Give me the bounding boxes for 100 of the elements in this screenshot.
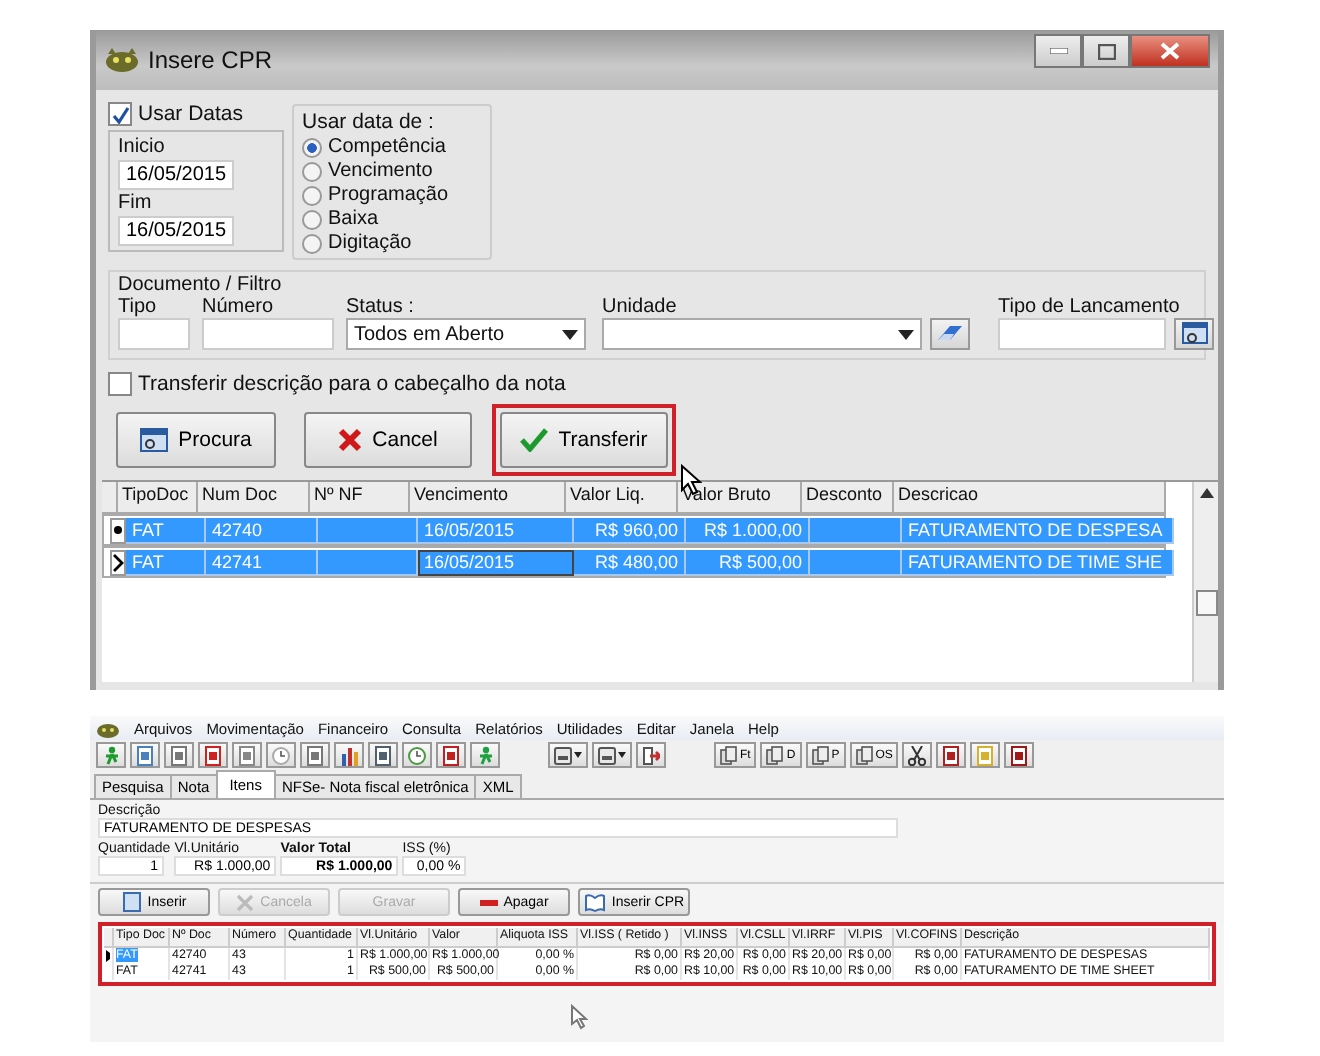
radio-button[interactable] xyxy=(302,185,322,205)
radio-option[interactable]: Baixa xyxy=(302,208,478,230)
column-header[interactable]: TipoDoc xyxy=(118,482,198,514)
table-cell: 42740 xyxy=(206,517,318,543)
maximize-icon xyxy=(1097,43,1115,59)
column-header[interactable]: Nº NF xyxy=(310,482,410,514)
radio-option[interactable]: Vencimento xyxy=(302,160,478,182)
dropdown-arrow-icon xyxy=(618,752,626,758)
action-button[interactable]: Procura xyxy=(116,412,276,468)
radio-button[interactable] xyxy=(302,161,322,181)
window-title: Insere CPR xyxy=(148,46,273,74)
toolbar-button[interactable] xyxy=(936,742,967,768)
table-cell xyxy=(810,517,902,543)
radio-option[interactable]: Programação xyxy=(302,184,478,206)
table-cell: R$ 480,00 xyxy=(574,549,686,575)
radio-option[interactable]: Competência xyxy=(302,136,478,158)
end-date-field[interactable]: 16/05/2015 xyxy=(118,216,234,246)
filled-document-icon xyxy=(204,745,222,765)
radio-button[interactable] xyxy=(302,209,322,229)
cat-face-icon xyxy=(104,48,140,72)
field-label: Inicio xyxy=(118,136,167,158)
table-cell: 42741 xyxy=(206,549,318,575)
mouse-pointer-icon xyxy=(570,1004,588,1030)
radio-option[interactable]: Digitação xyxy=(302,232,478,254)
scrollbar-thumb[interactable] xyxy=(1195,590,1217,616)
text-field[interactable] xyxy=(118,318,190,350)
column-header[interactable]: Valor Liq. xyxy=(566,482,678,514)
toolbar-button[interactable] xyxy=(548,742,588,768)
table-cell: R$ 1.000,00 xyxy=(686,517,810,543)
use-dates-checkbox[interactable]: Usar Datas xyxy=(108,102,284,126)
dropdown-arrow-icon xyxy=(574,752,582,758)
window-search-icon xyxy=(1181,322,1207,346)
running-figure-icon xyxy=(102,745,120,765)
minimize-icon xyxy=(1049,48,1067,54)
checkbox[interactable] xyxy=(108,102,132,126)
grid-corner xyxy=(104,928,114,948)
document-icon xyxy=(170,745,188,765)
text-field[interactable] xyxy=(202,318,334,350)
drive-dropdown-icon xyxy=(598,745,616,765)
checkbox[interactable] xyxy=(108,372,132,396)
exit-icon xyxy=(642,745,660,765)
toolbar-button[interactable] xyxy=(436,742,466,768)
x-icon xyxy=(338,428,363,452)
toolbar-button[interactable] xyxy=(368,742,398,768)
lookup-button[interactable] xyxy=(1174,318,1214,350)
drive-dropdown-icon xyxy=(554,745,572,765)
eraser-button[interactable] xyxy=(930,318,970,350)
table-cell xyxy=(318,549,418,575)
text-field[interactable] xyxy=(998,318,1166,350)
checkmark-icon xyxy=(111,105,129,123)
minimize-button[interactable] xyxy=(1034,34,1082,68)
table-cell: FATURAMENTO DE TIME SHE xyxy=(902,549,1174,575)
documents-icon xyxy=(720,745,738,765)
transfer-description-checkbox[interactable]: Transferir descrição para o cabeçalho da nota xyxy=(108,372,1206,396)
toolbar-button[interactable] xyxy=(636,742,666,768)
unit-dropdown[interactable] xyxy=(602,318,922,350)
person-icon xyxy=(476,745,494,765)
table-cell: R$ 960,00 xyxy=(574,517,686,543)
maximize-button[interactable] xyxy=(1082,34,1130,68)
cat-face-icon xyxy=(96,719,120,737)
action-button[interactable]: Cancel xyxy=(304,412,472,468)
status-dropdown[interactable]: Todos em Aberto xyxy=(346,318,586,350)
toolbar-button[interactable] xyxy=(1004,742,1035,768)
documents-icon xyxy=(811,745,830,765)
eraser-icon xyxy=(936,324,964,344)
column-header[interactable]: Descricao xyxy=(894,482,1166,514)
close-icon xyxy=(1160,42,1180,60)
clock-icon xyxy=(272,745,290,765)
column-header[interactable]: Num Doc xyxy=(198,482,310,514)
scroll-up-icon[interactable] xyxy=(1199,488,1213,498)
table-cell: FATURAMENTO DE DESPESA xyxy=(902,517,1174,543)
column-header[interactable]: Desconto xyxy=(802,482,894,514)
close-button[interactable] xyxy=(1130,34,1210,68)
column-header[interactable]: Vencimento xyxy=(410,482,566,514)
toolbar-button[interactable] xyxy=(334,742,364,768)
field-label: Fim xyxy=(118,192,154,214)
x-icon xyxy=(236,893,255,911)
document-icon xyxy=(121,892,142,912)
minus-icon xyxy=(479,899,498,905)
table-cell xyxy=(318,517,418,543)
toolbar-button[interactable] xyxy=(902,742,933,768)
radio-button[interactable] xyxy=(302,137,322,157)
group-title: Documento / Filtro xyxy=(118,274,284,296)
field-label: Número xyxy=(202,296,276,318)
toolbar-button[interactable] xyxy=(592,742,632,768)
group-title: Usar data de : xyxy=(302,110,436,134)
bar-chart-icon xyxy=(340,745,358,765)
field-label: Tipo xyxy=(118,296,159,318)
open-book-icon xyxy=(583,893,606,911)
toolbar-button[interactable] xyxy=(198,742,228,768)
scissors-icon xyxy=(908,745,927,765)
window-search-icon xyxy=(140,427,169,453)
document-icon xyxy=(306,745,324,765)
table-cell: FAT xyxy=(126,517,206,543)
dropdown-arrow-icon xyxy=(898,329,914,339)
radio-button[interactable] xyxy=(302,233,322,253)
start-date-field[interactable]: 16/05/2015 xyxy=(118,160,234,190)
vertical-scrollbar[interactable] xyxy=(1192,482,1218,682)
action-button[interactable]: Transferir xyxy=(500,412,668,468)
documents-icon xyxy=(855,745,874,765)
